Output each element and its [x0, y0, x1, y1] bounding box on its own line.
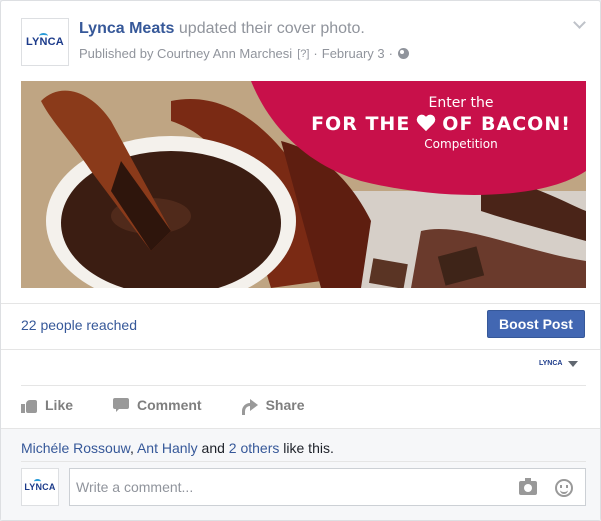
- likes-summary: Michéle Rossouw, Ant Hanly and 2 others …: [21, 440, 334, 456]
- comment-icon: [113, 398, 130, 412]
- action-bar: Like Comment Share: [21, 395, 586, 415]
- thumbs-up-icon: [21, 398, 37, 413]
- boost-post-button[interactable]: Boost Post: [487, 310, 585, 338]
- post-action-text: updated their cover photo.: [178, 20, 365, 37]
- likes-and: and: [201, 440, 225, 456]
- promo-line-2: FOR THE OF BACON!: [291, 113, 586, 135]
- lynca-logo-small: LYNCA: [24, 479, 55, 492]
- caret-down-icon: [568, 360, 579, 367]
- post-header: LYNCA Lynca Meats updated their cover ph…: [21, 18, 586, 68]
- comments-section: Michéle Rossouw, Ant Hanly and 2 others …: [1, 428, 600, 520]
- share-button[interactable]: Share: [241, 395, 305, 415]
- camera-icon[interactable]: [519, 478, 537, 495]
- divider: [1, 349, 600, 350]
- like-label: Like: [45, 397, 74, 413]
- published-by: Published by Courtney Ann Marchesi: [79, 46, 293, 61]
- post-as-selector[interactable]: LYNCA: [539, 360, 579, 367]
- divider: [21, 461, 586, 462]
- comment-input[interactable]: [76, 479, 496, 495]
- divider: [21, 385, 586, 386]
- heart-icon: [416, 115, 436, 133]
- promo-banner: Enter the FOR THE OF BACON! Competition: [291, 95, 586, 151]
- liker-link-2[interactable]: Ant Hanly: [137, 440, 198, 456]
- likes-suffix: like this.: [283, 440, 334, 456]
- promo-line-1: Enter the: [428, 95, 494, 111]
- share-icon: [241, 398, 258, 415]
- share-label: Share: [265, 397, 305, 413]
- likes-comma: ,: [129, 440, 134, 456]
- comment-composer: LYNCA: [21, 468, 586, 508]
- smiley-icon[interactable]: [555, 479, 573, 497]
- comment-label: Comment: [137, 397, 202, 413]
- post-as-logo: LYNCA: [539, 360, 563, 367]
- help-marker[interactable]: [?]: [297, 48, 309, 60]
- page-name-link[interactable]: Lynca Meats: [79, 20, 174, 37]
- promo-of-bacon: OF BACON!: [442, 113, 571, 135]
- commenter-avatar[interactable]: LYNCA: [21, 468, 59, 506]
- promo-for-the: FOR THE: [311, 113, 411, 135]
- post-meta: Published by Courtney Ann Marchesi [?] ·…: [79, 46, 409, 61]
- post-card: LYNCA Lynca Meats updated their cover ph…: [0, 0, 601, 521]
- cover-photo[interactable]: Enter the FOR THE OF BACON! Competition: [21, 81, 586, 288]
- people-reached[interactable]: 22 people reached: [21, 317, 137, 333]
- lynca-logo: LYNCA: [26, 33, 64, 48]
- promo-line-3: Competition: [424, 137, 498, 151]
- meta-separator: ·: [313, 46, 318, 61]
- comment-button[interactable]: Comment: [113, 395, 202, 415]
- meta-separator-2: ·: [388, 46, 393, 61]
- like-button[interactable]: Like: [21, 395, 73, 415]
- post-title: Lynca Meats updated their cover photo.: [79, 20, 365, 38]
- page-avatar[interactable]: LYNCA: [21, 18, 69, 66]
- divider: [1, 303, 600, 304]
- chevron-down-icon[interactable]: [572, 16, 586, 30]
- globe-icon[interactable]: [397, 48, 409, 59]
- post-date[interactable]: February 3: [322, 46, 385, 61]
- likers-others-link[interactable]: 2 others: [229, 440, 280, 456]
- comment-box: [69, 468, 586, 506]
- liker-link-1[interactable]: Michéle Rossouw: [21, 440, 130, 456]
